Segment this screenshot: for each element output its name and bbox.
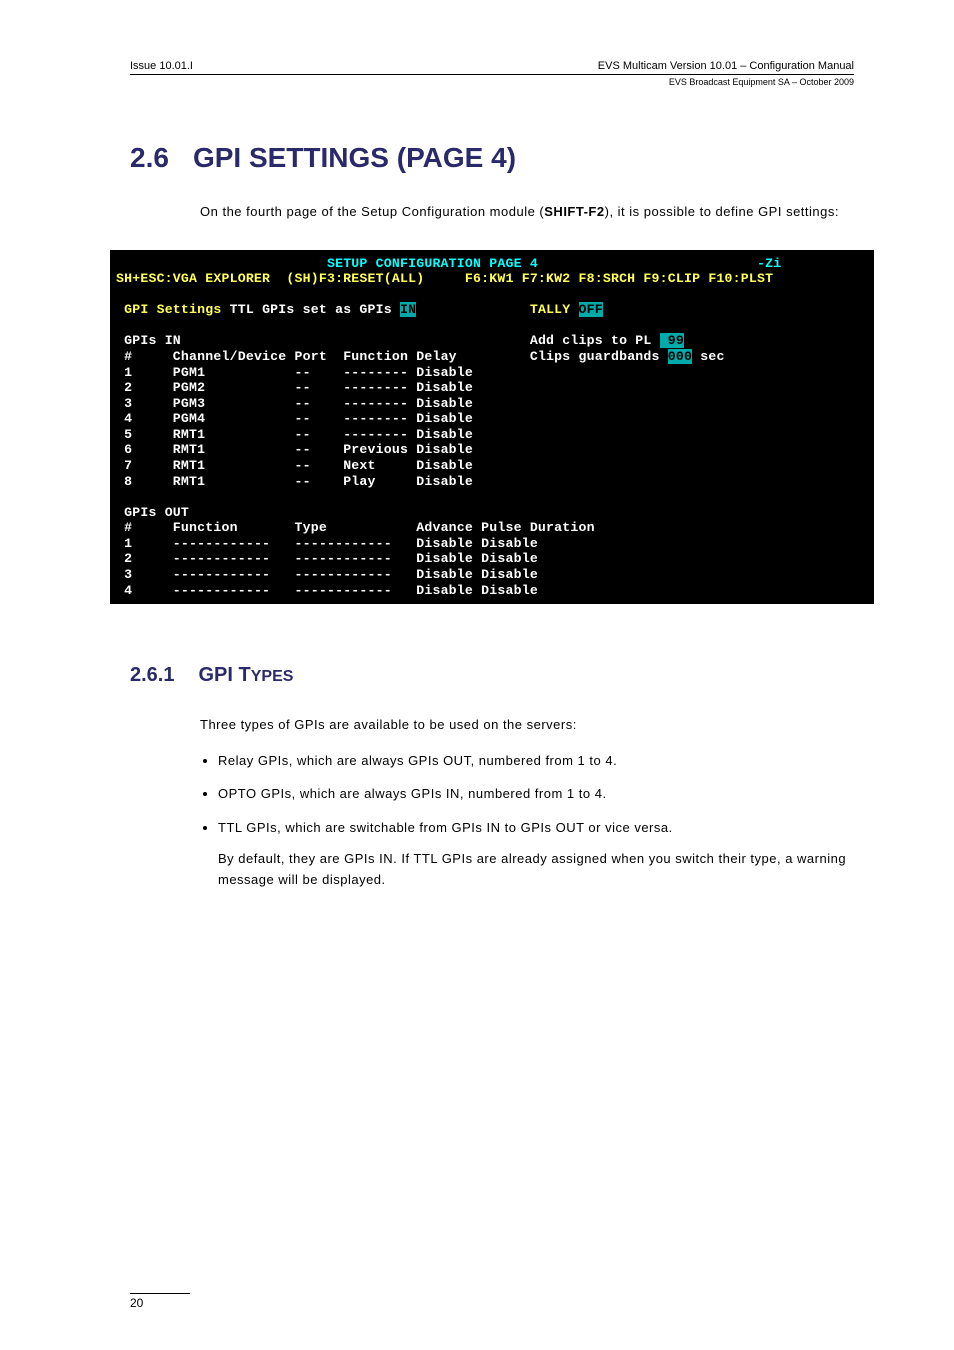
issue-label: Issue 10.01.I — [130, 60, 193, 72]
terminal-screenshot: SETUP CONFIGURATION PAGE 4 -Zi SH+ESC:VG… — [110, 250, 874, 605]
page-header: Issue 10.01.I EVS Multicam Version 10.01… — [130, 60, 854, 75]
subsection-heading: 2.6.1 GPI TYPES — [130, 664, 854, 687]
section-heading: 2.6 GPI SETTINGS (PAGE 4) — [130, 142, 854, 174]
list-item: OPTO GPIs, which are always GPIs IN, num… — [218, 782, 854, 805]
subsection-title-text: GPI TYPES — [198, 664, 293, 687]
page-number: 20 — [130, 1293, 190, 1310]
list-item: Relay GPIs, which are always GPIs OUT, n… — [218, 749, 854, 772]
ttl-default-note: By default, they are GPIs IN. If TTL GPI… — [218, 849, 854, 891]
gpi-types-list: Relay GPIs, which are always GPIs OUT, n… — [200, 749, 854, 839]
shortcut-key: SHIFT-F2 — [544, 204, 604, 219]
section-intro: On the fourth page of the Setup Configur… — [200, 202, 854, 222]
manual-title: EVS Multicam Version 10.01 – Configurati… — [598, 60, 854, 72]
manual-subtitle: EVS Broadcast Equipment SA – October 200… — [130, 77, 854, 87]
section-title-text: GPI SETTINGS (PAGE 4) — [193, 142, 516, 174]
subsection-intro: Three types of GPIs are available to be … — [200, 715, 854, 735]
section-number: 2.6 — [130, 142, 169, 174]
subsection-number: 2.6.1 — [130, 664, 174, 687]
list-item: TTL GPIs, which are switchable from GPIs… — [218, 816, 854, 839]
